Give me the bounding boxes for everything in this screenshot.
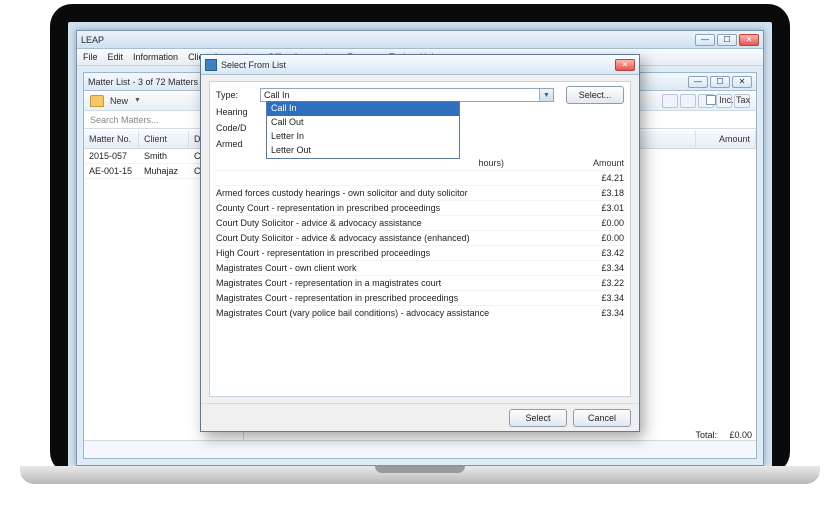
select-top-button[interactable]: Select... <box>566 86 624 104</box>
select-button[interactable]: Select <box>509 409 567 427</box>
toolbar-icon-1[interactable] <box>662 94 678 108</box>
fee-row[interactable]: £4.21 <box>216 170 624 185</box>
app-title: LEAP <box>81 35 104 45</box>
total-label: Total: <box>695 430 717 440</box>
dropdown-option[interactable]: Call Out <box>267 116 459 130</box>
fee-row[interactable]: County Court - representation in prescri… <box>216 200 624 215</box>
maximize-button[interactable]: ☐ <box>717 34 737 46</box>
fee-row[interactable]: High Court - representation in prescribe… <box>216 245 624 260</box>
dialog-title: Select From List <box>221 60 286 70</box>
inc-tax-label: Inc. Tax <box>719 95 750 105</box>
col-amount[interactable]: Amount <box>696 131 756 148</box>
dialog-body: Type: Call In ▼ Select... <box>209 81 631 397</box>
cancel-button-label: Cancel <box>588 413 616 423</box>
obscured-labels: Hearing Code/D Armed <box>216 104 248 152</box>
ml-minimize-button[interactable]: — <box>688 76 708 88</box>
menu-information[interactable]: Information <box>133 52 178 62</box>
fee-row[interactable]: Magistrates Court - representation in pr… <box>216 290 624 305</box>
close-button[interactable]: ✕ <box>739 34 759 46</box>
chevron-down-icon[interactable]: ▼ <box>134 97 141 104</box>
dialog-icon <box>205 59 217 71</box>
dialog-footer: Select Cancel <box>201 403 639 431</box>
ml-maximize-button[interactable]: ☐ <box>710 76 730 88</box>
select-top-label: Select... <box>579 90 612 100</box>
type-combobox[interactable]: Call In ▼ <box>260 88 554 102</box>
dialog-close-button[interactable]: ✕ <box>615 59 635 71</box>
fee-table: hours) Amount £4.21Armed forces custody … <box>216 156 624 390</box>
type-dropdown-list[interactable]: Call InCall OutLetter InLetter Out <box>266 101 460 159</box>
chevron-down-icon[interactable]: ▼ <box>539 89 553 101</box>
select-from-list-dialog: Select From List ✕ Type: Call In ▼ <box>200 54 640 432</box>
fee-row[interactable]: Armed forces custody hearings - own soli… <box>216 185 624 200</box>
type-label: Type: <box>216 90 260 100</box>
code-label: Code/D <box>216 120 248 136</box>
ml-close-button[interactable]: ✕ <box>732 76 752 88</box>
armed-label: Armed <box>216 136 248 152</box>
new-button[interactable]: New <box>110 96 128 106</box>
matter-list-title: Matter List - 3 of 72 Matters <box>88 77 198 87</box>
folder-icon <box>90 95 104 107</box>
total-value: £0.00 <box>729 430 752 440</box>
hearing-label: Hearing <box>216 104 248 120</box>
type-value: Call In <box>264 90 290 100</box>
matter-footer <box>84 440 756 458</box>
fee-row[interactable]: Magistrates Court - own client work£3.34 <box>216 260 624 275</box>
inc-tax-checkbox[interactable] <box>706 95 716 105</box>
dropdown-option[interactable]: Call In <box>267 102 459 116</box>
app-titlebar: LEAP — ☐ ✕ <box>77 31 763 49</box>
select-button-label: Select <box>525 413 550 423</box>
menu-file[interactable]: File <box>83 52 98 62</box>
dropdown-option[interactable]: Letter Out <box>267 144 459 158</box>
search-placeholder: Search Matters... <box>90 115 159 125</box>
dialog-titlebar: Select From List ✕ <box>201 55 639 75</box>
col-matter-no[interactable]: Matter No. <box>84 131 139 148</box>
dropdown-option[interactable]: Letter In <box>267 130 459 144</box>
fee-amount-header[interactable]: Amount <box>564 156 624 170</box>
fee-row[interactable]: Magistrates Court (vary police bail cond… <box>216 305 624 320</box>
col-client[interactable]: Client <box>139 131 189 148</box>
toolbar-icon-2[interactable] <box>680 94 696 108</box>
fee-row[interactable]: Magistrates Court - representation in a … <box>216 275 624 290</box>
fee-row[interactable]: Court Duty Solicitor - advice & advocacy… <box>216 215 624 230</box>
minimize-button[interactable]: — <box>695 34 715 46</box>
cancel-button[interactable]: Cancel <box>573 409 631 427</box>
menu-edit[interactable]: Edit <box>108 52 124 62</box>
fee-row[interactable]: Court Duty Solicitor - advice & advocacy… <box>216 230 624 245</box>
